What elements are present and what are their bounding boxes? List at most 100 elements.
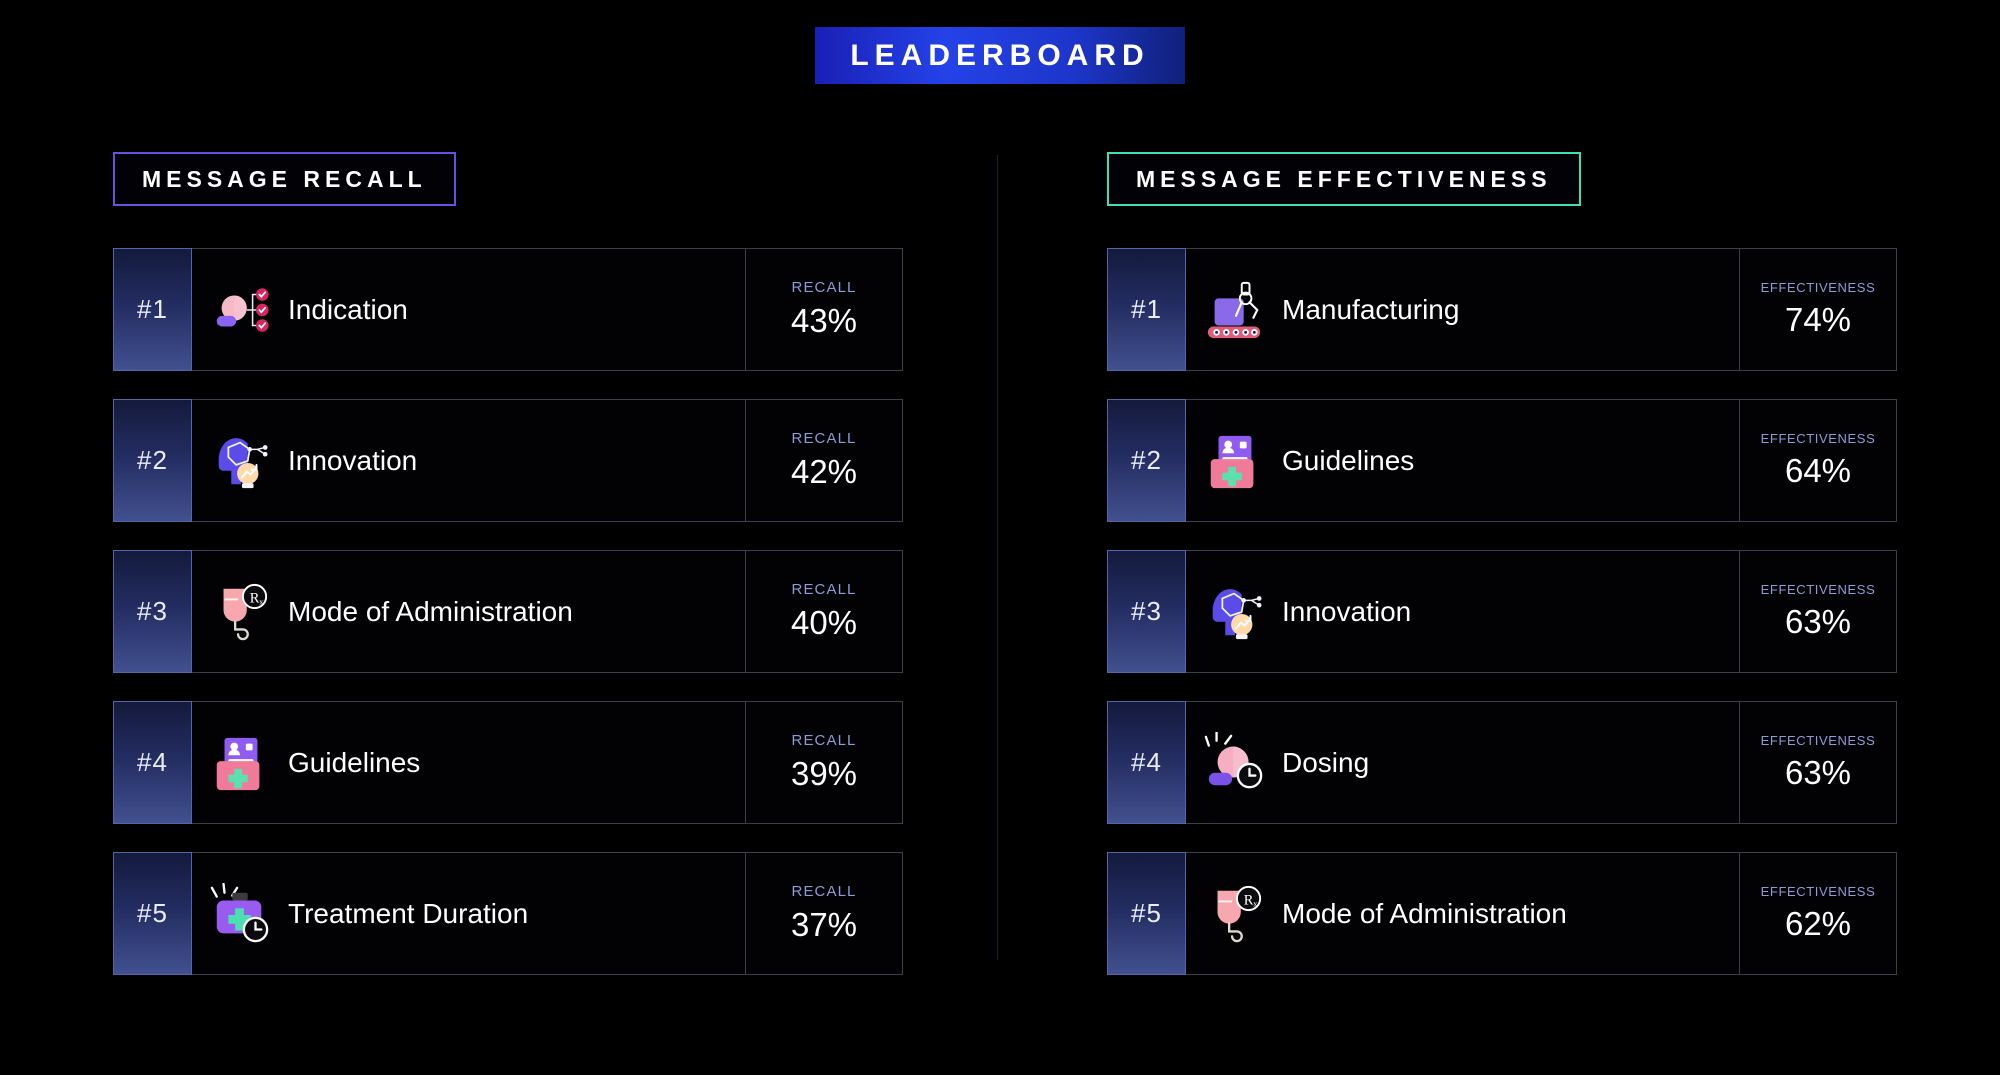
message-label: Dosing	[1282, 746, 1370, 778]
metric-cell: RECALL 39%	[745, 702, 902, 823]
row-body: R x Mode of Administration EFFECTIVENESS 62…	[1186, 852, 1897, 975]
rank-label: #4	[137, 747, 168, 777]
leaderboard-list-message-recall: #1 Indication RECALL 43% #2 Innovation RECAL…	[113, 248, 903, 975]
metric-cell: EFFECTIVENESS 62%	[1739, 853, 1896, 974]
column-message-recall: MESSAGE RECALL #1 Indication RECALL 43% #2 I…	[113, 152, 903, 1003]
metric-label: EFFECTIVENESS	[1760, 733, 1876, 748]
svg-text:x: x	[259, 596, 264, 606]
metric-value: 43%	[790, 302, 858, 339]
row-body: Indication RECALL 43%	[192, 248, 903, 371]
leaderboard-row[interactable]: #4 Dosing EFFECTIVENESS 63%	[1107, 701, 1897, 824]
metric-label: RECALL	[791, 430, 857, 447]
message-label: Innovation	[1282, 595, 1412, 627]
innovation-icon	[1186, 551, 1282, 672]
metric-cell: EFFECTIVENESS 63%	[1739, 702, 1896, 823]
message-label: Manufacturing	[1282, 293, 1460, 325]
rank-badge: #5	[113, 852, 192, 975]
column-message-effectiveness: MESSAGE EFFECTIVENESS #1 Manufacturing EFF…	[1107, 152, 1897, 1003]
column-divider	[997, 155, 998, 960]
section-header-label: MESSAGE EFFECTIVENESS	[1136, 165, 1552, 192]
message-label: Mode of Administration	[1282, 897, 1567, 929]
metric-cell: RECALL 42%	[745, 400, 902, 521]
section-header-label: MESSAGE RECALL	[142, 165, 427, 192]
metric-label: RECALL	[791, 732, 857, 749]
rank-badge: #3	[1107, 550, 1186, 673]
leaderboard-row[interactable]: #2 Innovation RECALL 42%	[113, 399, 903, 522]
message-label: Guidelines	[1282, 444, 1415, 476]
row-body: Guidelines EFFECTIVENESS 64%	[1186, 399, 1897, 522]
leaderboard-row[interactable]: #3 Innovation EFFECTIVENESS 63%	[1107, 550, 1897, 673]
metric-cell: RECALL 43%	[745, 249, 902, 370]
message-label: Innovation	[288, 444, 418, 476]
innovation-icon	[192, 400, 288, 521]
leaderboard-row[interactable]: #1 Indication RECALL 43%	[113, 248, 903, 371]
rank-badge: #1	[113, 248, 192, 371]
metric-value: 39%	[790, 755, 858, 792]
metric-label: RECALL	[791, 883, 857, 900]
metric-cell: EFFECTIVENESS 64%	[1739, 400, 1896, 521]
indication-icon	[192, 249, 288, 370]
rank-label: #3	[137, 596, 168, 626]
leaderboard-list-message-effectiveness: #1 Manufacturing EFFECTIVENESS 74% #2 Guide…	[1107, 248, 1897, 975]
rank-label: #3	[1131, 596, 1162, 626]
row-body: Manufacturing EFFECTIVENESS 74%	[1186, 248, 1897, 371]
section-header-message-effectiveness: MESSAGE EFFECTIVENESS	[1107, 152, 1581, 206]
message-label: Indication	[288, 293, 408, 325]
guidelines-icon	[192, 702, 288, 823]
row-body: Guidelines RECALL 39%	[192, 701, 903, 824]
metric-cell: RECALL 40%	[745, 551, 902, 672]
rank-label: #2	[1131, 445, 1162, 475]
row-body: Dosing EFFECTIVENESS 63%	[1186, 701, 1897, 824]
leaderboard-page: LEADERBOARD MESSAGE RECALL #1 Indication R…	[0, 0, 2000, 1075]
leaderboard-row[interactable]: #5 Treatment Duration RECALL 37%	[113, 852, 903, 975]
page-title-banner: LEADERBOARD	[815, 27, 1185, 84]
metric-value: 64%	[1784, 452, 1852, 489]
rank-badge: #4	[1107, 701, 1186, 824]
rank-label: #2	[137, 445, 168, 475]
metric-label: EFFECTIVENESS	[1760, 431, 1876, 446]
rank-badge: #2	[1107, 399, 1186, 522]
row-body: Treatment Duration RECALL 37%	[192, 852, 903, 975]
metric-value: 62%	[1784, 905, 1852, 942]
rank-badge: #1	[1107, 248, 1186, 371]
message-label: Treatment Duration	[288, 897, 529, 929]
rank-label: #1	[1131, 294, 1162, 324]
guidelines-icon	[1186, 400, 1282, 521]
leaderboard-row[interactable]: #2 Guidelines EFFECTIVENESS 64%	[1107, 399, 1897, 522]
rank-badge: #3	[113, 550, 192, 673]
metric-label: EFFECTIVENESS	[1760, 582, 1876, 597]
rank-label: #5	[1131, 898, 1162, 928]
mode-of-administration-icon: R x	[1186, 853, 1282, 974]
leaderboard-row[interactable]: #4 Guidelines RECALL 39%	[113, 701, 903, 824]
row-body: Innovation RECALL 42%	[192, 399, 903, 522]
metric-label: EFFECTIVENESS	[1760, 884, 1876, 899]
manufacturing-icon	[1186, 249, 1282, 370]
metric-value: 74%	[1784, 301, 1852, 338]
metric-label: RECALL	[791, 581, 857, 598]
dosing-icon	[1186, 702, 1282, 823]
row-body: Innovation EFFECTIVENESS 63%	[1186, 550, 1897, 673]
leaderboard-row[interactable]: #1 Manufacturing EFFECTIVENESS 74%	[1107, 248, 1897, 371]
metric-value: 42%	[790, 453, 858, 490]
page-title: LEADERBOARD	[850, 38, 1150, 72]
metric-label: RECALL	[791, 279, 857, 296]
rank-badge: #2	[113, 399, 192, 522]
rank-badge: #4	[113, 701, 192, 824]
leaderboard-row[interactable]: #5 R x Mode of Administration EFFECTIVENES…	[1107, 852, 1897, 975]
metric-cell: EFFECTIVENESS 74%	[1739, 249, 1896, 370]
metric-label: EFFECTIVENESS	[1760, 280, 1876, 295]
leaderboard-row[interactable]: #3 R x Mode of Administration RECALL 40%	[113, 550, 903, 673]
rank-label: #5	[137, 898, 168, 928]
svg-text:x: x	[1253, 898, 1258, 908]
rank-badge: #5	[1107, 852, 1186, 975]
metric-value: 63%	[1784, 754, 1852, 791]
metric-cell: RECALL 37%	[745, 853, 902, 974]
mode-of-administration-icon: R x	[192, 551, 288, 672]
metric-value: 37%	[790, 906, 858, 943]
message-label: Guidelines	[288, 746, 421, 778]
metric-value: 63%	[1784, 603, 1852, 640]
section-header-message-recall: MESSAGE RECALL	[113, 152, 456, 206]
message-label: Mode of Administration	[288, 595, 573, 627]
metric-value: 40%	[790, 604, 858, 641]
rank-label: #4	[1131, 747, 1162, 777]
